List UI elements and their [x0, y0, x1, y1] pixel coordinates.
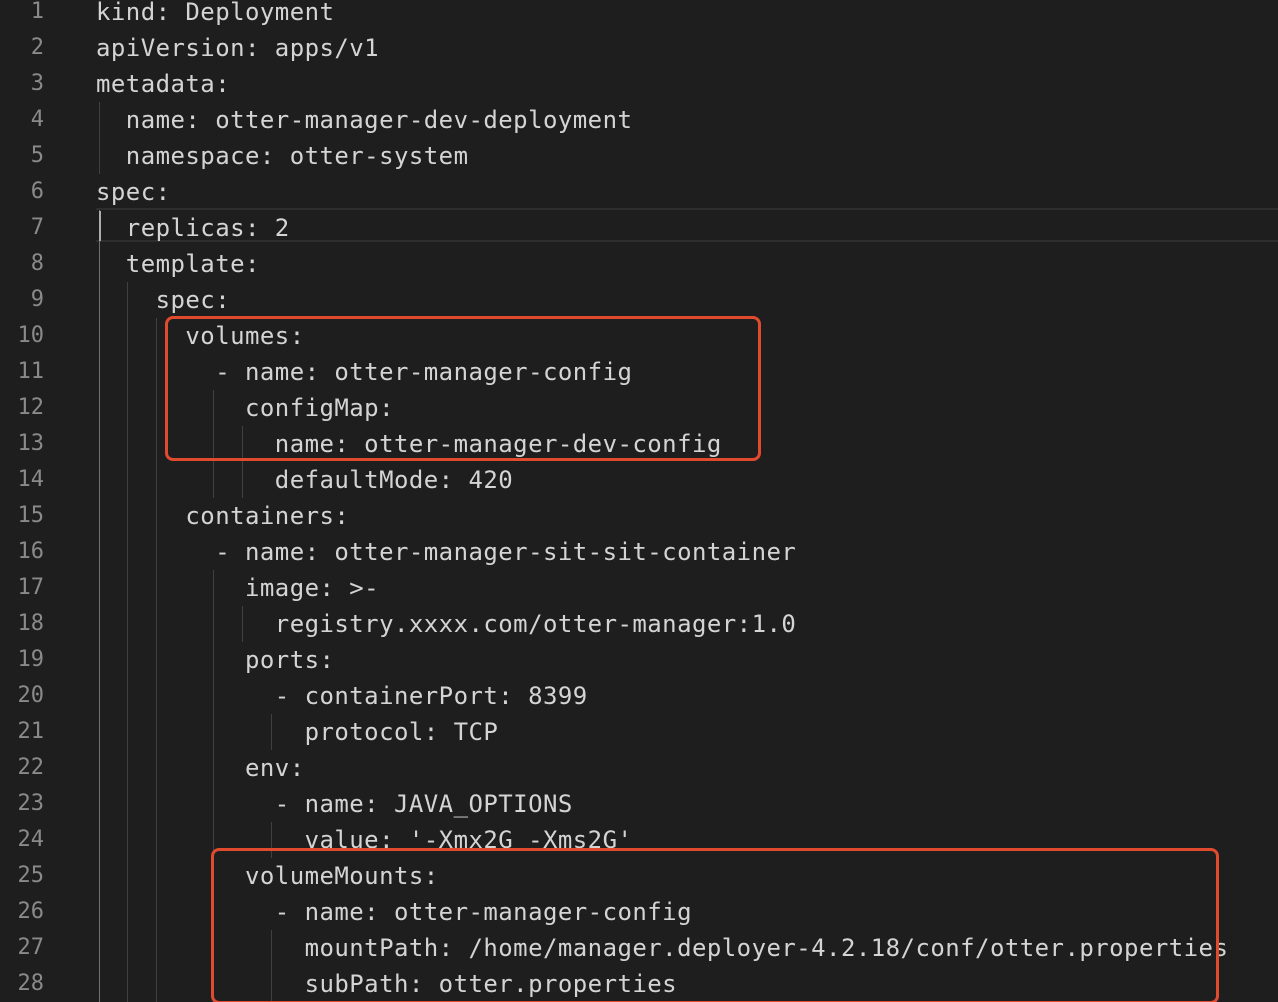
code-text[interactable]: subPath: otter.properties [96, 966, 677, 1002]
code-text[interactable]: spec: [96, 174, 171, 210]
code-text[interactable]: - containerPort: 8399 [96, 678, 588, 714]
code-text[interactable]: namespace: otter-system [96, 138, 468, 174]
text-cursor [99, 211, 101, 241]
code-line[interactable]: 3 metadata: [0, 66, 1278, 102]
line-number: 17 [17, 575, 45, 600]
line-number: 16 [17, 539, 45, 564]
line-number: 1 [30, 0, 44, 24]
code-line[interactable]: 18 registry.xxxx.com/otter-manager:1.0 [0, 606, 1278, 642]
code-line[interactable]: 22 env: [0, 750, 1278, 786]
line-number: 15 [17, 503, 45, 528]
line-number: 21 [17, 719, 45, 744]
line-number: 9 [30, 287, 44, 312]
code-line[interactable]: 19 ports: [0, 642, 1278, 678]
code-line[interactable]: 15 containers: [0, 498, 1278, 534]
code-text[interactable]: volumes: [96, 318, 305, 354]
line-number: 7 [30, 215, 44, 240]
line-number: 11 [17, 359, 45, 384]
code-text[interactable]: replicas: 2 [96, 210, 290, 246]
code-text[interactable]: - name: otter-manager-config [96, 354, 632, 390]
code-text[interactable]: apiVersion: apps/v1 [96, 30, 379, 66]
code-line[interactable]: 7 replicas: 2 [0, 210, 1278, 246]
code-line[interactable]: 21 protocol: TCP [0, 714, 1278, 750]
line-number: 26 [17, 899, 45, 924]
line-number: 25 [17, 863, 45, 888]
code-text[interactable]: - name: otter-manager-config [96, 894, 692, 930]
code-text[interactable]: - name: otter-manager-sit-sit-container [96, 534, 796, 570]
line-number: 27 [17, 935, 45, 960]
line-number: 2 [30, 35, 44, 60]
code-text[interactable]: name: otter-manager-dev-config [96, 426, 722, 462]
code-line[interactable]: 28 subPath: otter.properties [0, 966, 1278, 1002]
code-text[interactable]: template: [96, 246, 260, 282]
code-text[interactable]: mountPath: /home/manager.deployer-4.2.18… [96, 930, 1228, 966]
code-text[interactable]: defaultMode: 420 [96, 462, 513, 498]
code-text[interactable]: name: otter-manager-dev-deployment [96, 102, 632, 138]
line-number: 10 [17, 323, 45, 348]
code-line[interactable]: 5 namespace: otter-system [0, 138, 1278, 174]
code-text[interactable]: ports: [96, 642, 334, 678]
code-text[interactable]: volumeMounts: [96, 858, 439, 894]
code-line[interactable]: 16 - name: otter-manager-sit-sit-contain… [0, 534, 1278, 570]
line-number: 8 [30, 251, 44, 276]
code-line[interactable]: 10 volumes: [0, 318, 1278, 354]
code-line[interactable]: 20 - containerPort: 8399 [0, 678, 1278, 714]
code-line[interactable]: 23 - name: JAVA_OPTIONS [0, 786, 1278, 822]
code-text[interactable]: kind: Deployment [96, 0, 334, 30]
line-number: 5 [30, 143, 44, 168]
code-text[interactable]: spec: [96, 282, 230, 318]
code-line[interactable]: 12 configMap: [0, 390, 1278, 426]
code-line[interactable]: 25 volumeMounts: [0, 858, 1278, 894]
code-editor[interactable]: 1 kind: Deployment 2 apiVersion: apps/v1 3 me… [0, 0, 1278, 1002]
code-line[interactable]: 17 image: >- [0, 570, 1278, 606]
code-line[interactable]: 1 kind: Deployment [0, 0, 1278, 30]
code-text[interactable]: value: '-Xmx2G -Xms2G' [96, 822, 632, 858]
line-number: 22 [17, 755, 45, 780]
code-line[interactable]: 8 template: [0, 246, 1278, 282]
line-number: 23 [17, 791, 45, 816]
code-line[interactable]: 2 apiVersion: apps/v1 [0, 30, 1278, 66]
code-line[interactable]: 13 name: otter-manager-dev-config [0, 426, 1278, 462]
code-text[interactable]: - name: JAVA_OPTIONS [96, 786, 573, 822]
code-text[interactable]: containers: [96, 498, 349, 534]
line-number: 12 [17, 395, 45, 420]
code-line[interactable]: 11 - name: otter-manager-config [0, 354, 1278, 390]
line-number: 4 [30, 107, 44, 132]
code-line[interactable]: 26 - name: otter-manager-config [0, 894, 1278, 930]
code-text[interactable]: metadata: [96, 66, 230, 102]
line-number: 19 [17, 647, 45, 672]
line-number: 28 [17, 971, 45, 996]
code-line[interactable]: 27 mountPath: /home/manager.deployer-4.2… [0, 930, 1278, 966]
line-number: 3 [30, 71, 44, 96]
line-number: 6 [30, 179, 44, 204]
line-number: 14 [17, 467, 45, 492]
line-number: 13 [17, 431, 45, 456]
code-line[interactable]: 24 value: '-Xmx2G -Xms2G' [0, 822, 1278, 858]
code-text[interactable]: image: >- [96, 570, 379, 606]
line-number: 18 [17, 611, 45, 636]
line-number: 20 [17, 683, 45, 708]
code-line[interactable]: 9 spec: [0, 282, 1278, 318]
code-line[interactable]: 4 name: otter-manager-dev-deployment [0, 102, 1278, 138]
code-line[interactable]: 6 spec: [0, 174, 1278, 210]
code-text[interactable]: configMap: [96, 390, 394, 426]
code-text[interactable]: protocol: TCP [96, 714, 498, 750]
code-line[interactable]: 14 defaultMode: 420 [0, 462, 1278, 498]
line-number: 24 [17, 827, 45, 852]
code-text[interactable]: env: [96, 750, 305, 786]
code-text[interactable]: registry.xxxx.com/otter-manager:1.0 [96, 606, 796, 642]
